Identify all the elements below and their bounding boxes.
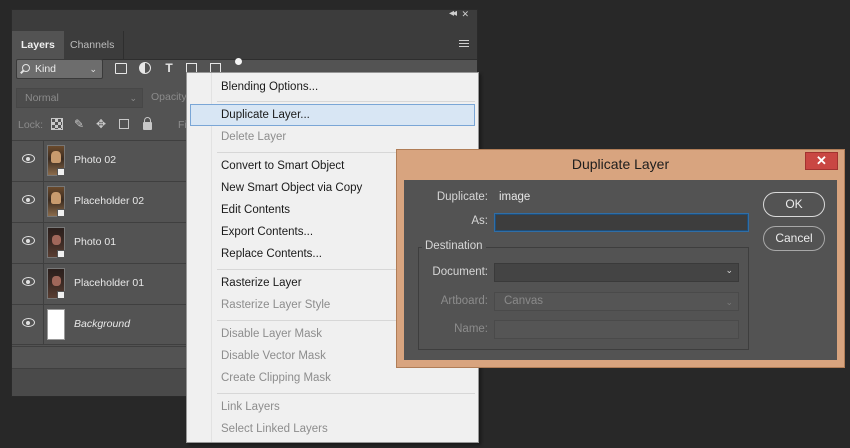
layer-name: Photo 01 (74, 236, 117, 248)
chevron-down-icon: ⌄ (129, 93, 137, 103)
menu-item-duplicate-layer[interactable]: Duplicate Layer... (190, 104, 475, 126)
menu-item-select-linked-layers: Select Linked Layers (221, 423, 328, 435)
filter-toggle-icon[interactable] (235, 58, 242, 65)
eye-icon[interactable] (22, 277, 35, 286)
artboard-label: Artboard: (440, 295, 488, 307)
layer-name: Placeholder 01 (74, 277, 145, 289)
destination-legend: Destination (422, 240, 486, 252)
kind-filter-select[interactable]: Kind ⌄ (16, 59, 103, 79)
crop-icon[interactable] (119, 119, 129, 129)
chevron-down-icon: ⌄ (725, 265, 733, 275)
menu-item-delete-layer: Delete Layer (221, 131, 287, 143)
dialog-body: Duplicate: image As: Destination Documen… (404, 180, 837, 360)
eye-icon[interactable] (22, 154, 35, 163)
lock-label: Lock: (18, 119, 44, 131)
move-icon[interactable]: ✥ (95, 118, 107, 130)
artboard-value: Canvas (504, 295, 543, 307)
close-icon[interactable]: ✕ (461, 9, 469, 20)
layer-thumbnail (47, 268, 65, 299)
eye-icon[interactable] (22, 195, 35, 204)
duplicate-layer-dialog: Duplicate Layer ✕ Duplicate: image As: D… (396, 149, 845, 368)
layer-thumbnail (47, 309, 65, 340)
as-input[interactable] (494, 213, 749, 232)
type-filter-icon[interactable]: T (162, 61, 176, 75)
image-filter-icon[interactable] (115, 63, 127, 74)
tab-layers[interactable]: Layers (12, 31, 64, 60)
layer-thumbnail (47, 145, 65, 176)
panel-menu-icon[interactable] (459, 40, 469, 49)
close-icon[interactable]: ✕ (805, 152, 838, 170)
document-select[interactable]: ⌄ (494, 263, 739, 282)
duplicate-value: image (499, 191, 531, 203)
layer-name: Placeholder 02 (74, 195, 145, 207)
lock-transparent-icon[interactable] (51, 118, 63, 130)
kind-filter-label: Kind (35, 63, 57, 75)
layer-thumbnail (47, 186, 65, 217)
as-label: As: (471, 215, 488, 227)
double-chevron-icon[interactable]: ◂◂ (449, 8, 457, 19)
cancel-button[interactable]: Cancel (763, 226, 825, 251)
adjustment-filter-icon[interactable] (139, 62, 151, 74)
search-icon (22, 64, 30, 72)
panel-tabbar: Layers Channels (12, 22, 477, 60)
menu-item-blending-options[interactable]: Blending Options... (188, 76, 477, 98)
document-label: Document: (432, 266, 488, 278)
eye-icon[interactable] (22, 318, 35, 327)
lock-icon[interactable] (143, 117, 152, 130)
menu-item-create-clipping-mask: Create Clipping Mask (221, 372, 331, 384)
blend-mode-value: Normal (25, 92, 59, 104)
layer-thumbnail (47, 227, 65, 258)
ok-button[interactable]: OK (763, 192, 825, 217)
name-field (494, 320, 739, 339)
blend-mode-select[interactable]: Normal ⌄ (16, 88, 143, 108)
artboard-select: Canvas ⌄ (494, 292, 739, 311)
chevron-down-icon: ⌄ (725, 297, 733, 307)
chevron-down-icon: ⌄ (89, 64, 97, 74)
opacity-label: Opacity (151, 91, 187, 103)
menu-item-link-layers: Link Layers (221, 401, 280, 413)
dialog-title: Duplicate Layer (571, 156, 670, 172)
layer-name: Photo 02 (74, 154, 117, 166)
tab-channels[interactable]: Channels (61, 31, 125, 60)
panel-titlebar: ◂◂ ✕ (12, 8, 477, 22)
layer-name: Background (74, 318, 131, 330)
brush-icon[interactable]: ✎ (73, 118, 85, 130)
duplicate-label: Duplicate: (436, 191, 488, 203)
name-label: Name: (454, 323, 488, 335)
eye-icon[interactable] (22, 236, 35, 245)
